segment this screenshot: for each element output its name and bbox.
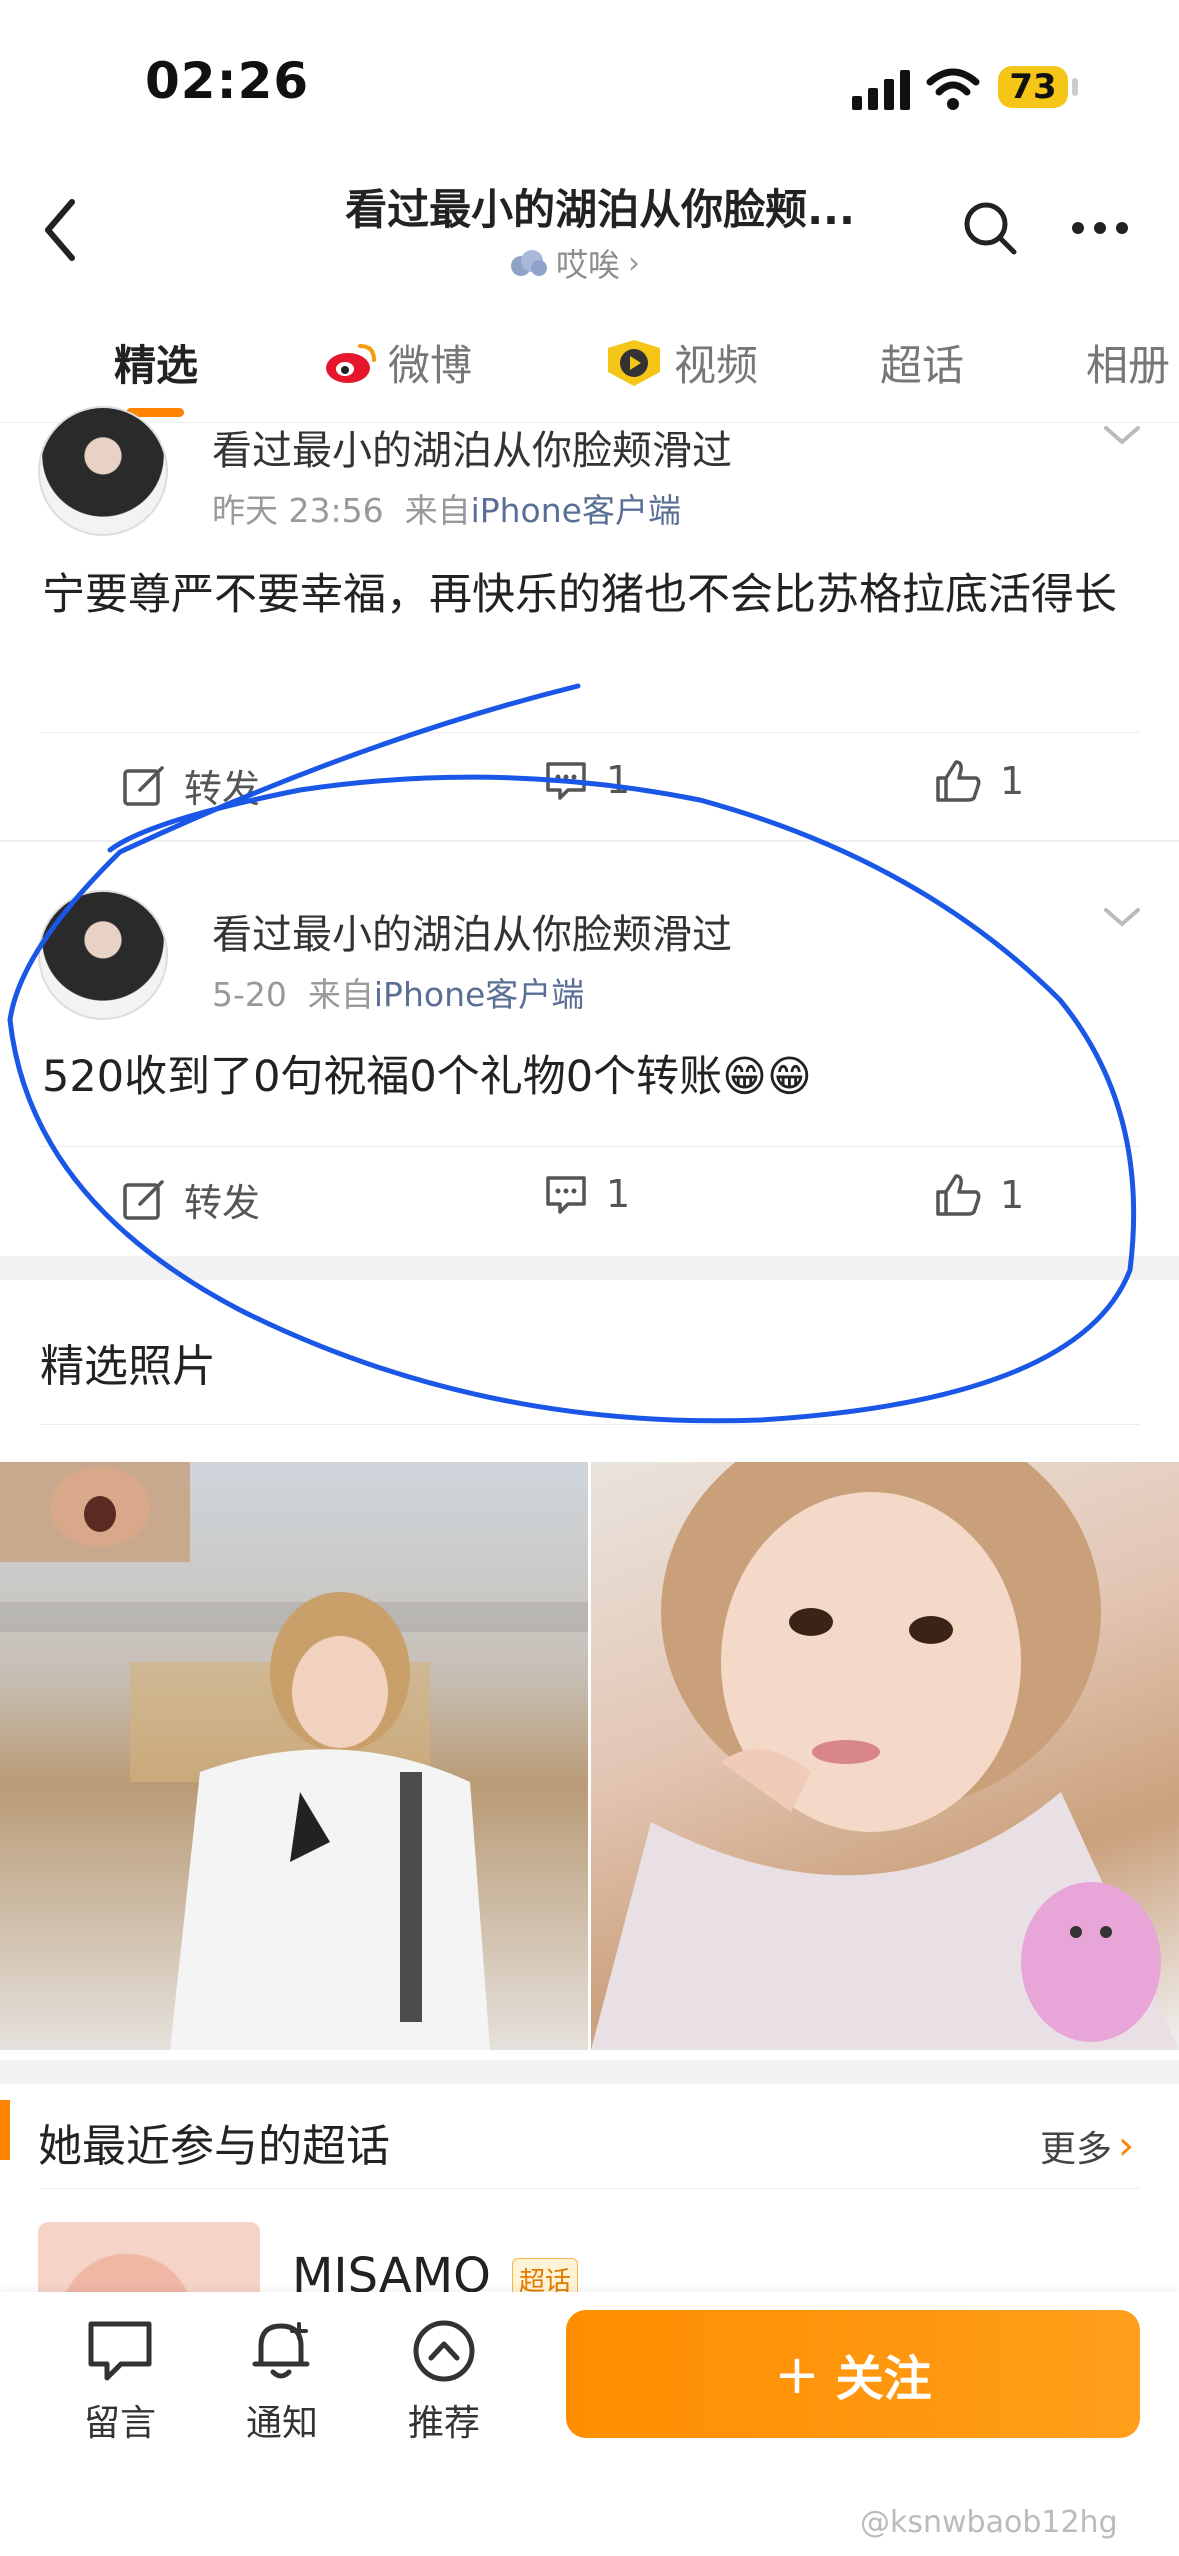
photo-thumbnail[interactable]: [591, 1462, 1179, 2050]
chevron-down-icon[interactable]: [1102, 906, 1142, 930]
tab-bar: 精选 微博 视频 超话 相册: [0, 292, 1179, 423]
plus-icon: +: [774, 2342, 820, 2406]
bell-icon: [252, 2322, 310, 2379]
divider: [40, 2188, 1140, 2189]
chevron-right-icon: ›: [628, 245, 641, 281]
post-meta: 昨天 23:56 来自iPhone客户端: [212, 484, 681, 532]
up-icon: [413, 2320, 475, 2382]
tab-album-label: 相册: [1086, 341, 1171, 390]
section-gap: [0, 2060, 1179, 2084]
photo-image: [0, 1462, 588, 2050]
post-time: 昨天 23:56: [212, 491, 384, 530]
post-text: 宁要尊严不要幸福，再快乐的猪也不会比苏格拉底活得长: [42, 570, 1117, 620]
comment-count: 1: [606, 1172, 631, 1216]
post-author[interactable]: 看过最小的湖泊从你脸颊滑过: [212, 418, 732, 476]
post-from: 来自: [404, 491, 471, 530]
compose-icon: [123, 1179, 164, 1220]
post-time: 5-20: [212, 975, 287, 1014]
photo-image: [591, 1462, 1179, 2050]
post-meta: 5-20 来自iPhone客户端: [212, 968, 584, 1016]
notify-button[interactable]: 通知: [222, 2318, 342, 2446]
chevron-down-icon[interactable]: [1102, 424, 1142, 448]
back-icon[interactable]: [40, 198, 80, 262]
comment-icon: [546, 762, 586, 800]
photo-thumbnail[interactable]: [0, 1462, 588, 2050]
post-from: 来自: [307, 975, 374, 1014]
section-title-topics: 她最近参与的超话: [38, 2121, 390, 2172]
section-gap: [0, 1256, 1179, 1280]
like-icon: [936, 1174, 981, 1216]
post-author[interactable]: 看过最小的湖泊从你脸颊滑过: [212, 902, 732, 960]
more-link[interactable]: 更多 ›: [1040, 2120, 1134, 2172]
post-text: 520收到了0句祝福0个礼物0个转账😁😁: [42, 1052, 812, 1102]
recommend-button[interactable]: 推荐: [384, 2318, 504, 2446]
tab-weibo[interactable]: 微博: [322, 332, 472, 393]
message-label: 留言: [83, 2403, 156, 2444]
tab-supertopic[interactable]: 超话: [880, 332, 964, 393]
avatar[interactable]: [38, 890, 168, 1020]
page-title: 看过最小的湖泊从你脸颊...: [345, 185, 855, 234]
divider: [40, 1424, 1140, 1425]
signal-icon: [852, 70, 910, 110]
wifi-icon: [926, 68, 980, 110]
comment-icon: [546, 1176, 586, 1214]
divider: [40, 1146, 1140, 1147]
divider: [40, 732, 1140, 733]
section-title-photos: 精选照片: [40, 1341, 216, 1392]
post-source: iPhone客户端: [470, 491, 681, 530]
like-button[interactable]: 1: [934, 758, 1024, 804]
more-label: 更多: [1040, 2129, 1113, 2170]
tab-featured[interactable]: 精选: [114, 332, 198, 393]
like-count: 1: [1000, 759, 1025, 803]
repost-label: 转发: [184, 767, 261, 811]
battery-indicator: 73: [998, 66, 1068, 108]
header-subtitle[interactable]: 哎唉 ›: [508, 240, 640, 286]
follow-button[interactable]: + 关注: [566, 2310, 1140, 2438]
post-separator: [0, 840, 1179, 842]
tab-supertopic-label: 超话: [880, 341, 965, 390]
repost-button[interactable]: 转发: [122, 1172, 260, 1227]
like-count: 1: [1000, 1173, 1025, 1217]
follow-label: 关注: [835, 2351, 932, 2407]
battery-nub: [1072, 78, 1078, 96]
tab-album[interactable]: 相册: [1086, 332, 1170, 393]
notify-label: 通知: [245, 2403, 318, 2444]
like-icon: [936, 760, 981, 802]
subtitle-text: 哎唉: [556, 246, 621, 284]
repost-button[interactable]: 转发: [122, 758, 260, 813]
post-source: iPhone客户端: [373, 975, 585, 1014]
repost-label: 转发: [184, 1181, 261, 1225]
compose-icon: [123, 765, 164, 806]
tab-video[interactable]: 视频: [604, 332, 758, 393]
like-button[interactable]: 1: [934, 1172, 1024, 1218]
chevron-right-icon: ›: [1118, 2123, 1135, 2169]
message-button[interactable]: 留言: [60, 2318, 180, 2446]
watermark: @ksnwbaob12hg: [860, 2505, 1118, 2540]
video-icon: [608, 339, 660, 386]
tab-video-label: 视频: [674, 341, 759, 390]
comment-count: 1: [606, 758, 631, 802]
tab-weibo-label: 微博: [388, 341, 473, 390]
more-icon[interactable]: [1070, 200, 1130, 256]
tab-featured-label: 精选: [114, 341, 199, 390]
status-time: 02:26: [145, 52, 310, 110]
weibo-icon: [326, 343, 376, 383]
search-icon[interactable]: [962, 200, 1018, 256]
cloud-icon: [511, 250, 547, 276]
avatar[interactable]: [38, 406, 168, 536]
message-icon: [88, 2321, 152, 2381]
recommend-label: 推荐: [407, 2403, 480, 2444]
section-accent-bar: [0, 2100, 10, 2160]
comment-button[interactable]: 1: [544, 1172, 630, 1216]
comment-button[interactable]: 1: [544, 758, 630, 802]
